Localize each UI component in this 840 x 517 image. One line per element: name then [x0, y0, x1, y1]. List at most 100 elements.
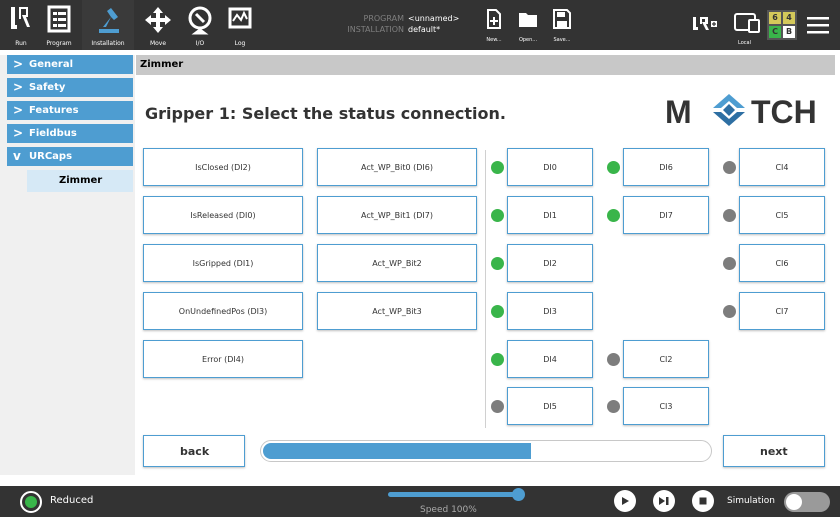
signal-isclosed-button[interactable]: IsClosed (DI2) [143, 148, 303, 186]
signal-error-button[interactable]: Error (DI4) [143, 340, 303, 378]
play-button[interactable] [614, 490, 636, 512]
signal-isgripped-button[interactable]: IsGripped (DI1) [143, 244, 303, 282]
sidebar-item-safety-label: Safety [29, 82, 66, 93]
io-di3-button[interactable]: DI3 [507, 292, 593, 330]
installation-icon [99, 8, 119, 33]
installation-value: default* [408, 25, 441, 34]
new-file-label: New... [486, 37, 502, 43]
io-ci4-button[interactable]: CI4 [739, 148, 825, 186]
step-button[interactable] [653, 490, 675, 512]
urplus-icon [693, 17, 717, 30]
nav-program-button[interactable]: Program [39, 0, 79, 50]
nav-run-button[interactable]: Run [3, 0, 39, 50]
io-di5-button[interactable]: DI5 [507, 387, 593, 425]
local-button[interactable]: Local [733, 10, 763, 48]
sidebar-item-features-label: Features [29, 105, 79, 116]
io-di4-button[interactable]: DI4 [507, 340, 593, 378]
status-led-di2 [491, 257, 504, 270]
back-button[interactable]: back [143, 435, 245, 467]
column-divider [485, 150, 486, 428]
io-di6-button[interactable]: DI6 [623, 148, 709, 186]
act-wp-bit3-button[interactable]: Act_WP_Bit3 [317, 292, 477, 330]
status-led-ci3 [607, 400, 620, 413]
save-file-button[interactable]: Save... [546, 0, 578, 50]
status-led-di6 [607, 161, 620, 174]
hamburger-menu-button[interactable] [805, 14, 831, 36]
io-ci6-button[interactable]: CI6 [739, 244, 825, 282]
speed-digit-br: B [783, 26, 795, 38]
speed-indicator: 6 4 C B [767, 10, 797, 40]
log-icon [228, 7, 252, 29]
sidebar-item-safety[interactable]: > Safety [7, 78, 133, 97]
top-bar: Run Program Installation Move I/O Log PR… [0, 0, 840, 50]
status-led-di0 [491, 161, 504, 174]
io-ci3-button[interactable]: CI3 [623, 387, 709, 425]
nav-io-button[interactable]: I/O [182, 0, 218, 50]
speed-slider-track[interactable] [388, 492, 518, 497]
speed-slider-handle[interactable] [512, 488, 525, 501]
sidebar-item-zimmer[interactable]: Zimmer [27, 170, 133, 192]
urplus-button[interactable] [692, 14, 718, 34]
stop-button[interactable] [692, 490, 714, 512]
act-wp-bit2-button[interactable]: Act_WP_Bit2 [317, 244, 477, 282]
simulation-toggle[interactable] [784, 492, 830, 512]
nav-run-label: Run [15, 40, 27, 47]
nav-log-label: Log [234, 40, 246, 47]
logo-text-m: M [665, 94, 692, 130]
status-led-ci2 [607, 353, 620, 366]
move-icon [145, 7, 171, 33]
wizard-progress-bar [260, 440, 712, 462]
status-led-ci5 [723, 209, 736, 222]
io-di1-button[interactable]: DI1 [507, 196, 593, 234]
act-wp-bit1-button[interactable]: Act_WP_Bit1 (DI7) [317, 196, 477, 234]
signal-onundefinedpos-button[interactable]: OnUndefinedPos (DI3) [143, 292, 303, 330]
signal-isreleased-button[interactable]: IsReleased (DI0) [143, 196, 303, 234]
save-icon [553, 9, 571, 29]
open-file-button[interactable]: Open... [512, 0, 544, 50]
hamburger-menu-icon [807, 17, 829, 34]
io-ci2-button[interactable]: CI2 [623, 340, 709, 378]
sidebar-item-features[interactable]: > Features [7, 101, 133, 120]
io-di2-button[interactable]: DI2 [507, 244, 593, 282]
io-ci5-button[interactable]: CI5 [739, 196, 825, 234]
act-wp-bit0-button[interactable]: Act_WP_Bit0 (DI6) [317, 148, 477, 186]
new-file-icon [487, 9, 501, 29]
chevron-right-icon: > [13, 80, 24, 94]
status-led-ci4 [723, 161, 736, 174]
local-tablet-icon [734, 13, 760, 33]
status-led-di4 [491, 353, 504, 366]
chevron-right-icon: > [13, 57, 24, 71]
step-icon [659, 497, 669, 505]
sidebar-item-urcaps[interactable]: v URCaps [7, 147, 133, 166]
chevron-right-icon: > [13, 103, 24, 117]
program-icon [47, 5, 71, 33]
nav-move-label: Move [149, 40, 167, 47]
speed-digit-bl: C [769, 26, 781, 38]
program-key: PROGRAM [363, 14, 405, 23]
speed-digit-tl: 6 [769, 12, 781, 24]
ur-logo-icon [11, 7, 30, 29]
installation-key: INSTALLATION [347, 25, 404, 34]
io-ci7-button[interactable]: CI7 [739, 292, 825, 330]
status-led-di1 [491, 209, 504, 222]
sidebar-item-general[interactable]: > General [7, 55, 133, 74]
stop-icon [699, 497, 707, 505]
nav-move-button[interactable]: Move [140, 0, 176, 50]
new-file-button[interactable]: New... [478, 0, 510, 50]
io-di0-button[interactable]: DI0 [507, 148, 593, 186]
status-led-di5 [491, 400, 504, 413]
nav-program-label: Program [46, 40, 72, 47]
footer-bar: Reduced Speed 100% Simulation [0, 486, 840, 517]
nav-installation-label: Installation [91, 40, 125, 47]
sidebar-item-fieldbus[interactable]: > Fieldbus [7, 124, 133, 143]
save-file-label: Save... [553, 37, 571, 43]
nav-installation-button[interactable]: Installation [82, 0, 134, 50]
open-file-label: Open... [518, 37, 538, 43]
chevron-right-icon: > [13, 126, 24, 140]
nav-log-button[interactable]: Log [222, 0, 258, 50]
next-button[interactable]: next [723, 435, 825, 467]
sidebar-item-urcaps-label: URCaps [29, 151, 73, 162]
chevron-down-icon: v [13, 149, 21, 163]
io-di7-button[interactable]: DI7 [623, 196, 709, 234]
reduced-mode-icon[interactable] [20, 491, 42, 513]
